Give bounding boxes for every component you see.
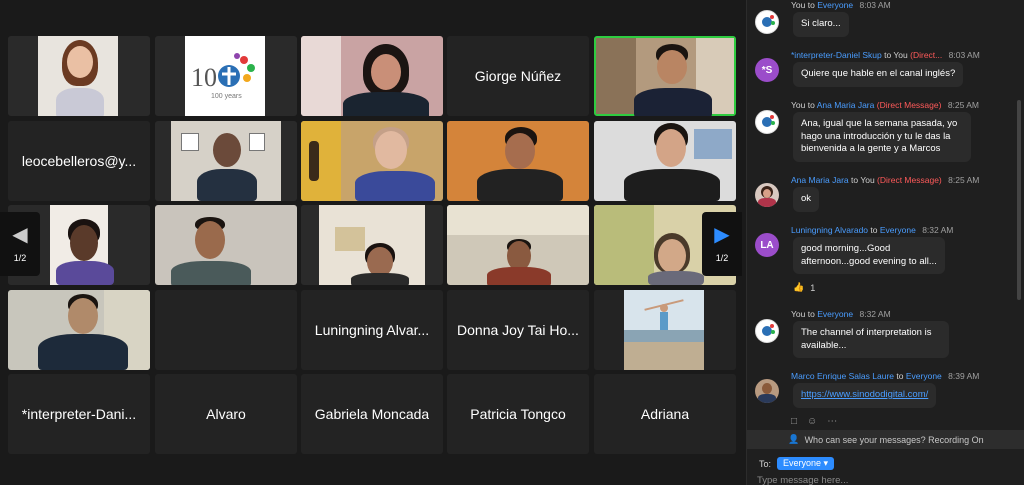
participant-name: Donna Joy Tai Ho... — [457, 322, 579, 338]
video-tile[interactable] — [301, 121, 443, 201]
video-tile[interactable] — [8, 290, 150, 370]
user-lock-icon: 👤 — [788, 434, 800, 444]
participant-name-tile[interactable]: Giorge Núñez — [447, 36, 589, 116]
chat-scrollbar[interactable] — [1017, 100, 1021, 300]
chat-panel: You to Everyone 8:03 AM Si claro... *S *… — [746, 0, 1024, 485]
recipient-label: To: — [759, 459, 772, 469]
message-composer: To: Everyone ▾ — [747, 449, 1024, 485]
message-actions: □ ☺ ⋯ — [791, 416, 837, 427]
participant-name-tile[interactable]: Luningning Alvar... — [301, 290, 443, 370]
participant-name-tile[interactable]: Patricia Tongco — [447, 374, 589, 454]
zoom-meeting-window: 10 100 years Giorge Núñez leocebelleros@… — [0, 0, 1024, 485]
avatar — [755, 110, 779, 134]
page-indicator: 1/2 — [13, 253, 27, 263]
participant-name-tile[interactable]: Alvaro — [155, 374, 297, 454]
previous-page-button[interactable]: ◀ 1/2 — [0, 212, 40, 276]
message-input[interactable] — [757, 473, 1007, 485]
svg-text:10: 10 — [191, 63, 217, 92]
video-tile[interactable] — [301, 205, 443, 285]
participant-name-tile[interactable]: Adriana — [594, 374, 736, 454]
video-gallery: 10 100 years Giorge Núñez leocebelleros@… — [0, 0, 746, 485]
chat-messages[interactable]: You to Everyone 8:03 AM Si claro... *S *… — [747, 0, 1024, 430]
participant-name: Giorge Núñez — [474, 68, 562, 84]
message-header: Ana Maria Jara to You (Direct Message) 8… — [791, 175, 980, 185]
avatar: *S — [755, 58, 779, 82]
avatar: LA — [755, 233, 779, 257]
chevron-left-icon: ◀ — [12, 224, 28, 246]
participant-name: *interpreter-Dani... — [21, 406, 137, 422]
avatar — [755, 183, 779, 207]
avatar — [755, 10, 779, 34]
chevron-down-icon: ▾ — [823, 458, 829, 468]
anniversary-logo-icon — [762, 115, 775, 127]
more-options-icon[interactable]: ⋯ — [827, 416, 837, 427]
avatar — [755, 379, 779, 403]
message-bubble[interactable]: Quiere que hable en el canal inglés? — [793, 62, 964, 87]
svg-text:100 years: 100 years — [211, 93, 242, 100]
participant-name: Patricia Tongco — [470, 406, 566, 422]
participant-name-tile[interactable]: leocebelleros@y... — [8, 121, 150, 201]
video-tile[interactable] — [155, 205, 297, 285]
thumbs-up-icon: 👍 — [793, 282, 805, 292]
video-tile[interactable] — [301, 36, 443, 116]
video-tile[interactable] — [155, 121, 297, 201]
reaction-count: 1 — [810, 282, 816, 293]
participant-name: Gabriela Moncada — [314, 406, 430, 422]
message-header: *interpreter-Daniel Skup to You (Direct.… — [791, 50, 980, 60]
recipient-dropdown[interactable]: Everyone ▾ — [777, 457, 835, 470]
message-bubble[interactable]: good morning...Good afternoon...good eve… — [793, 237, 945, 274]
participant-name: leocebelleros@y... — [21, 153, 137, 169]
emoji-icon[interactable]: ☺ — [807, 416, 817, 427]
participant-name: Luningning Alvar... — [314, 322, 430, 338]
anniversary-logo-icon: 10 100 years — [191, 53, 255, 100]
participant-name: Alvaro — [206, 406, 246, 422]
avatar — [755, 319, 779, 343]
message-header: You to Ana Maria Jara (Direct Message) 8… — [791, 100, 980, 110]
participant-name-tile[interactable]: Donna Joy Tai Ho... — [447, 290, 589, 370]
participant-name: Adriana — [640, 406, 690, 422]
participant-name-tile[interactable]: Gabriela Moncada — [301, 374, 443, 454]
message-bubble[interactable]: Si claro... — [793, 12, 849, 37]
message-bubble[interactable]: The channel of interpretation is availab… — [793, 321, 949, 358]
participant-name-tile[interactable]: *interpreter-Dani... — [8, 374, 150, 454]
message-header: Luningning Alvarado to Everyone 8:32 AM — [791, 225, 954, 235]
active-speaker-tile[interactable] — [594, 36, 736, 116]
page-indicator: 1/2 — [715, 253, 729, 263]
video-tile[interactable] — [447, 121, 589, 201]
message-header: You to Everyone 8:03 AM — [791, 0, 891, 10]
video-tile[interactable] — [8, 36, 150, 116]
message-link[interactable]: https://www.sinododigital.com/ — [793, 383, 937, 408]
anniversary-logo-icon — [762, 15, 775, 27]
message-bubble[interactable]: Ana, igual que la semana pasada, yo hago… — [793, 112, 971, 162]
message-header: Marco Enrique Salas Laure to Everyone 8:… — [791, 371, 980, 381]
profile-photo-tile[interactable] — [594, 290, 736, 370]
next-page-button[interactable]: ▶ 1/2 — [702, 212, 742, 276]
video-tile[interactable] — [594, 121, 736, 201]
privacy-notice[interactable]: 👤 Who can see your messages? Recording O… — [747, 430, 1024, 449]
chevron-right-icon: ▶ — [714, 224, 730, 246]
reaction-chip[interactable]: 👍 1 — [793, 282, 815, 293]
message-header: You to Everyone 8:32 AM — [791, 309, 891, 319]
reply-icon[interactable]: □ — [791, 416, 797, 427]
logo-tile[interactable]: 10 100 years — [155, 36, 297, 116]
video-tile[interactable] — [447, 205, 589, 285]
video-tile-empty[interactable] — [155, 290, 297, 370]
message-bubble[interactable]: ok — [793, 187, 820, 212]
anniversary-logo-icon — [762, 324, 775, 336]
